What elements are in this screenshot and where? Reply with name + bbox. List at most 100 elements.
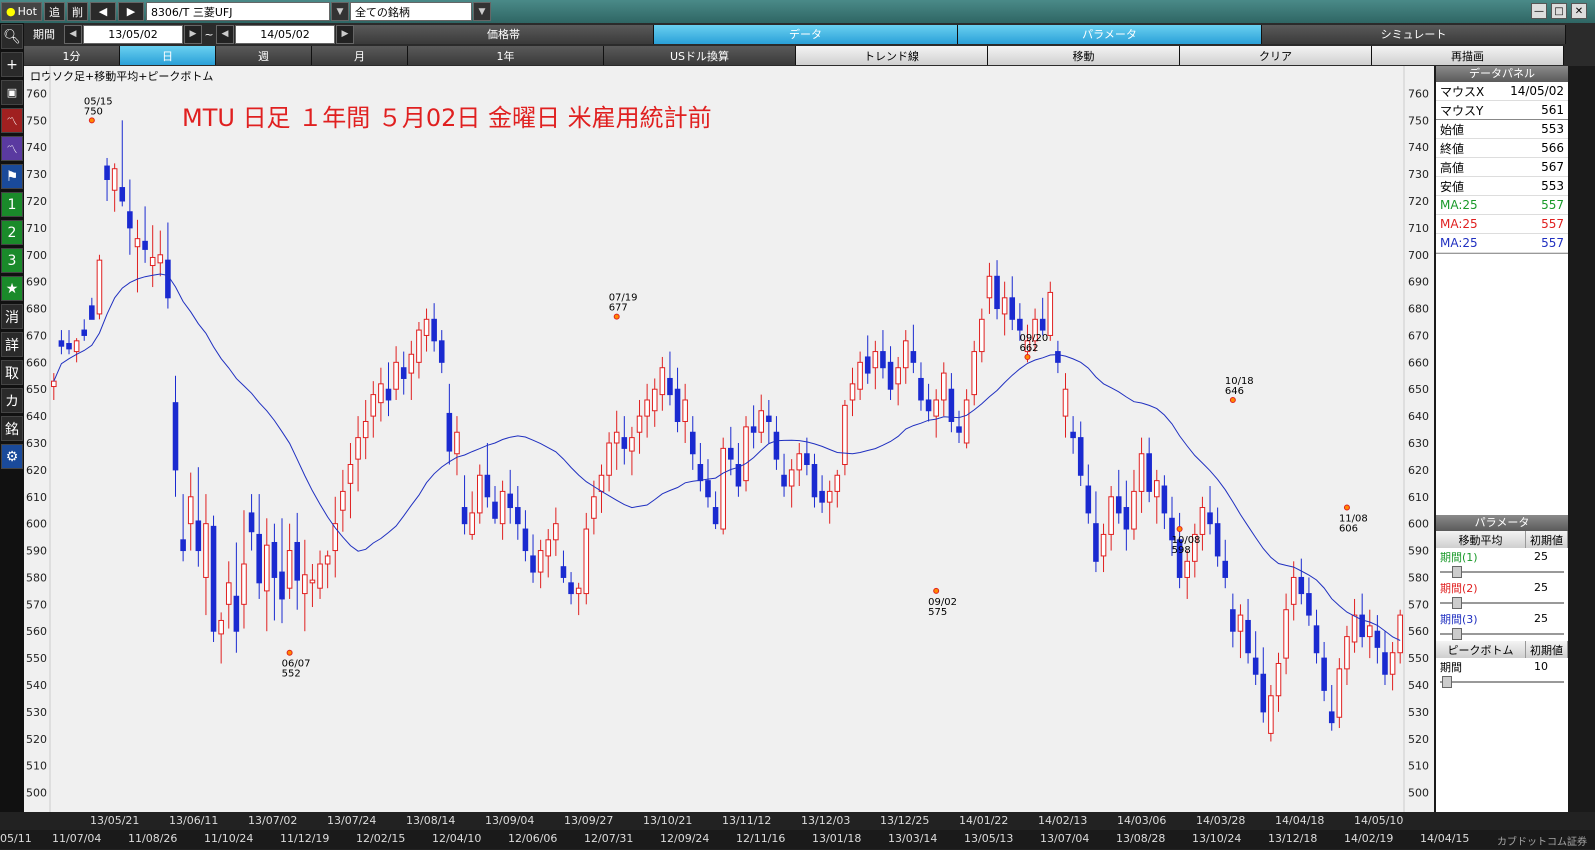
pb-period-value[interactable]: 10	[1534, 660, 1564, 673]
ma-period-slider[interactable]	[1440, 565, 1564, 579]
y-tick-label-right: 580	[1408, 571, 1429, 584]
candle-body	[317, 563, 323, 589]
peak-marker	[933, 587, 940, 594]
tab-simulate[interactable]: シミュレート	[1262, 24, 1566, 44]
candle-body	[781, 474, 787, 487]
tab-price-band[interactable]: 価格帯	[354, 24, 654, 44]
settings-button[interactable]: ⚙	[1, 444, 23, 469]
candle-body	[134, 238, 141, 248]
pb-init-button[interactable]: 初期値	[1526, 641, 1568, 658]
candle-body	[1100, 533, 1107, 557]
add-button[interactable]: 追	[43, 2, 65, 21]
minimize-icon[interactable]: —	[1531, 3, 1547, 19]
trendline-button[interactable]: トレンド線	[796, 46, 988, 65]
symbol-input[interactable]: 8306/T 三菱UFJ	[145, 2, 330, 21]
candle-body	[362, 420, 369, 439]
candle-body	[621, 437, 628, 449]
tf-week[interactable]: 週	[216, 46, 312, 65]
camera-tool[interactable]: ▣	[1, 80, 23, 105]
candle-body	[142, 240, 148, 250]
maximize-icon[interactable]: □	[1551, 3, 1567, 19]
ma-period-label: 期間(2)	[1440, 581, 1478, 595]
ma-period-slider[interactable]	[1440, 627, 1564, 641]
close-icon[interactable]: ✕	[1571, 3, 1587, 19]
period-from-next[interactable]: ▶	[184, 24, 202, 44]
tf-month[interactable]: 月	[312, 46, 408, 65]
data-row-value: 14/05/02	[1510, 84, 1564, 98]
y-tick-label-left: 660	[26, 356, 47, 369]
ma-row-label: MA:25	[1440, 198, 1478, 212]
y-tick-label-left: 640	[26, 410, 47, 423]
erase-button[interactable]: 消	[1, 304, 23, 329]
preset-3-button[interactable]: 3	[1, 248, 23, 273]
tab-data[interactable]: データ	[654, 24, 958, 44]
candlestick-chart[interactable]: 500 500 510 510 520 520 530 530 540 540 550 550 560 5…	[24, 66, 1434, 812]
crosshair-tool[interactable]: +	[1, 52, 23, 77]
next-symbol-button[interactable]: ▶	[117, 2, 144, 21]
ma-period-slider[interactable]	[1440, 596, 1564, 610]
redraw-button[interactable]: 再描画	[1372, 46, 1564, 65]
symbol-dropdown-button[interactable]: ▼	[330, 2, 349, 21]
candle-body	[1230, 609, 1236, 632]
pb-period-slider[interactable]	[1440, 675, 1564, 689]
data-row-label: マウスX	[1440, 84, 1485, 99]
period-from-input[interactable]: 13/05/02	[83, 24, 183, 44]
detail-button[interactable]: 詳	[1, 332, 23, 357]
candle-body	[438, 340, 445, 363]
candle-body	[393, 361, 399, 390]
chart-tool-red[interactable]: 〽	[1, 108, 23, 133]
clear-button[interactable]: クリア	[1180, 46, 1372, 65]
usd-convert-button[interactable]: USドル換算	[604, 46, 796, 65]
ma-row: MA:25 557	[1436, 234, 1568, 253]
chart-area[interactable]: ロウソク足+移動平均+ピークボトム 500 500 510 510 520 520 530 5…	[24, 66, 1434, 812]
y-tick-label-right: 620	[1408, 464, 1429, 477]
candle-body	[461, 507, 468, 525]
y-tick-label-left: 690	[26, 276, 47, 289]
candle-body	[644, 399, 650, 417]
x-tick-label-bottom: 11/12/19	[280, 832, 330, 845]
flag-tool[interactable]: ⚑	[1, 164, 23, 189]
candle-body	[492, 501, 498, 519]
trade-button[interactable]: 取	[1, 360, 23, 385]
data-rows: マウスX 14/05/02 マウスY 561 始値 553 終値 566 高値 567 安値 553 M…	[1436, 82, 1568, 253]
power-button[interactable]: カ	[1, 388, 23, 413]
candle-body	[51, 380, 57, 388]
x-tick-label-bottom: 11/08/26	[128, 832, 178, 845]
tf-1min[interactable]: 1分	[24, 46, 120, 65]
candle-body	[233, 595, 240, 632]
tab-parameter[interactable]: パラメータ	[958, 24, 1262, 44]
zoom-tool[interactable]: 🔍︎	[1, 24, 23, 49]
line-chart-icon: 〽	[6, 142, 18, 156]
preset-1-button[interactable]: 1	[1, 192, 23, 217]
list-dropdown-button[interactable]: ▼	[472, 2, 491, 21]
list-select[interactable]: 全ての銘柄	[349, 2, 472, 21]
candle-body	[127, 211, 133, 229]
ma-init-button[interactable]: 初期値	[1526, 531, 1568, 548]
candle-body	[712, 507, 719, 525]
candle-body	[515, 507, 521, 525]
ma-period-value[interactable]: 25	[1534, 581, 1564, 594]
data-row-label: 安値	[1440, 179, 1465, 194]
brand-button[interactable]: 銘	[1, 416, 23, 441]
candle-body	[1328, 711, 1335, 724]
favorite-button[interactable]: ★	[1, 276, 23, 301]
tf-day[interactable]: 日	[120, 46, 216, 65]
delete-button[interactable]: 削	[66, 2, 88, 21]
ma-period-value[interactable]: 25	[1534, 550, 1564, 563]
move-button[interactable]: 移動	[988, 46, 1180, 65]
period-from-prev[interactable]: ◀	[64, 24, 82, 44]
period-to-prev[interactable]: ◀	[216, 24, 234, 44]
hot-button[interactable]: ● Hot	[1, 2, 42, 21]
candle-body	[1199, 507, 1206, 535]
period-to-next[interactable]: ▶	[336, 24, 354, 44]
preset-2-button[interactable]: 2	[1, 220, 23, 245]
chart-tool-purple[interactable]: 〽	[1, 136, 23, 161]
tf-1year[interactable]: 1年	[408, 46, 604, 65]
period-to-input[interactable]: 14/05/02	[235, 24, 335, 44]
ma-period-value[interactable]: 25	[1534, 612, 1564, 625]
prev-symbol-button[interactable]: ◀	[89, 2, 116, 21]
ma-period-label: 期間(3)	[1440, 612, 1478, 626]
x-tick-label: 13/09/27	[564, 814, 614, 827]
candle-body	[659, 367, 666, 396]
candle-body	[256, 533, 262, 584]
